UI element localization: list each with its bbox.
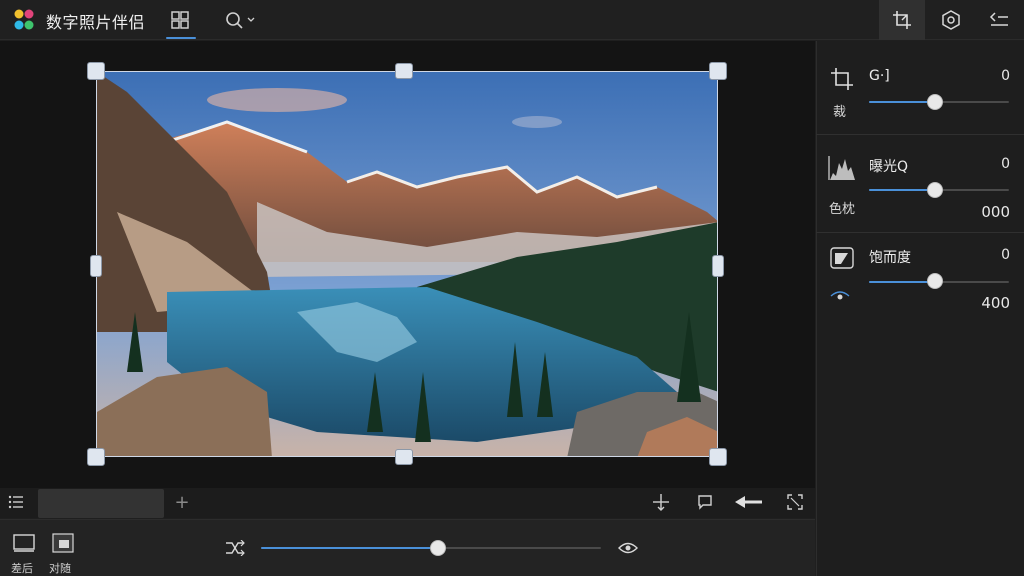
crop-adjust-icon xyxy=(893,11,911,29)
crop-icon[interactable] xyxy=(829,66,855,92)
app-logo-icon xyxy=(14,9,34,30)
panel-divider xyxy=(816,232,1024,233)
before-after-label: 差后 xyxy=(11,562,33,575)
crop-handle-bottom[interactable] xyxy=(395,449,413,465)
crop-handle-right[interactable] xyxy=(712,255,724,277)
crop-slider-knob[interactable] xyxy=(927,94,943,110)
exposure-slider-fill xyxy=(869,189,936,191)
photo-preview[interactable] xyxy=(96,71,718,457)
crop-handle-top-right[interactable] xyxy=(709,62,727,80)
compare-label: 对随 xyxy=(49,562,71,575)
panel-divider xyxy=(816,134,1024,135)
title-bar: 数字照片伴侣 xyxy=(0,0,1024,40)
zoom-slider-fill xyxy=(261,547,438,549)
settings-hex-icon xyxy=(942,10,960,30)
crop-handle-bottom-right[interactable] xyxy=(709,448,727,466)
fit-screen-icon[interactable] xyxy=(784,492,806,512)
crop-handle-top[interactable] xyxy=(395,63,413,79)
color-section-label: 色枕 xyxy=(829,202,856,217)
search-button[interactable] xyxy=(224,8,258,32)
crop-rotate-label: G·] xyxy=(869,68,890,84)
saturation-value: 0 xyxy=(1001,247,1010,263)
list-icon[interactable] xyxy=(6,493,26,511)
eye-icon[interactable] xyxy=(829,288,851,304)
exposure-extra-value: 000 xyxy=(981,203,1010,221)
shuffle-icon[interactable] xyxy=(224,538,246,558)
exposure-label: 曝光Q xyxy=(869,159,909,175)
crop-adjust-tab[interactable] xyxy=(879,0,925,40)
windows-grid-icon[interactable] xyxy=(166,8,194,32)
exposure-slider-knob[interactable] xyxy=(927,182,943,198)
zoom-slider-knob[interactable] xyxy=(430,540,446,556)
saturation-extra-value: 400 xyxy=(981,294,1010,312)
comment-icon[interactable] xyxy=(694,492,716,512)
list-adjust-tab[interactable] xyxy=(976,0,1022,40)
list-adjust-icon xyxy=(989,12,1008,26)
crop-section-label: 裁 xyxy=(833,105,847,120)
settings-tab[interactable] xyxy=(928,0,974,40)
compare-icon[interactable] xyxy=(51,533,75,553)
active-tab-indicator xyxy=(166,37,196,39)
add-image-button[interactable]: + xyxy=(172,491,192,513)
saturation-slider-fill xyxy=(869,281,936,283)
crop-slider-fill xyxy=(869,101,936,103)
app-title: 数字照片伴侣 xyxy=(46,13,146,32)
histogram-icon xyxy=(828,154,856,182)
preview-eye-icon[interactable] xyxy=(617,538,639,558)
crop-handle-top-left[interactable] xyxy=(87,62,105,80)
filmstrip-thumbnail[interactable] xyxy=(38,489,164,518)
exposure-value: 0 xyxy=(1001,156,1010,172)
saturation-label: 饱而度 xyxy=(869,250,911,266)
before-after-icon[interactable] xyxy=(12,533,36,553)
saturation-slider-knob[interactable] xyxy=(927,273,943,289)
saturation-icon xyxy=(829,246,855,270)
mountain-lake-image xyxy=(97,72,717,456)
crop-handle-left[interactable] xyxy=(90,255,102,277)
back-arrow-icon[interactable] xyxy=(732,494,764,510)
crop-rotate-value: 0 xyxy=(1001,68,1010,84)
move-tool-icon[interactable] xyxy=(650,492,672,512)
search-icon xyxy=(226,12,255,29)
crop-handle-bottom-left[interactable] xyxy=(87,448,105,466)
